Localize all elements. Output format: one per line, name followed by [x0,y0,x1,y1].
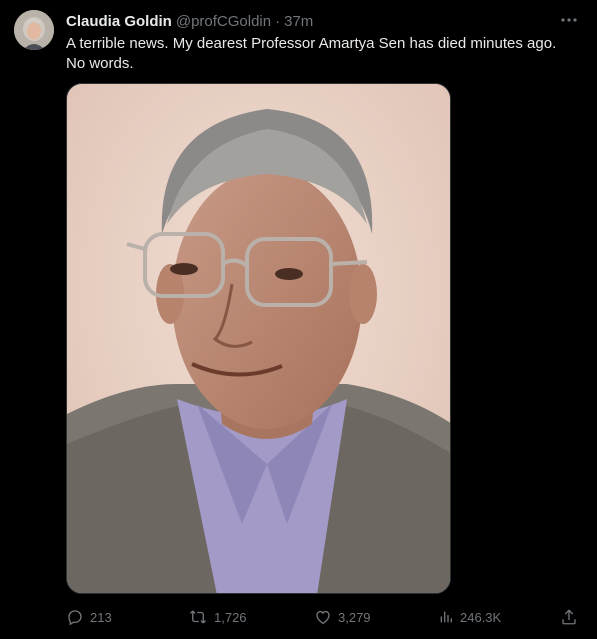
tweet-card[interactable]: Claudia Goldin @profCGoldin · 37m A terr… [0,0,597,639]
reply-icon [68,610,82,626]
repost-icon [190,610,206,624]
repost-count: 1,726 [214,609,247,625]
reply-button[interactable]: 213 [66,604,112,630]
header-separator: · [275,12,281,30]
share-button[interactable] [560,604,584,630]
like-count: 3,279 [338,609,371,625]
tweet-timestamp[interactable]: 37m [284,13,313,30]
more-options-button[interactable] [555,10,583,30]
views-icon [440,611,452,623]
reply-count: 213 [90,609,112,625]
views-button[interactable]: 246.3K [438,604,501,630]
author-handle[interactable]: @profCGoldin [176,13,271,30]
tweet-photo[interactable] [66,83,451,594]
tweet-text: A terrible news. My dearest Professor Am… [66,35,557,72]
view-count: 246.3K [460,609,502,625]
tweet-header: Claudia Goldin @profCGoldin · 37m [66,11,313,31]
more-options-icon [561,18,577,22]
repost-button[interactable]: 1,726 [188,604,247,630]
heart-icon [316,610,330,625]
tweet-actions: 213 1,726 3,279 246.3K [66,604,581,630]
author-display-name[interactable]: Claudia Goldin [66,13,172,30]
share-icon [562,609,576,625]
author-avatar[interactable] [14,10,54,50]
portrait-photo [67,84,450,593]
like-button[interactable]: 3,279 [314,604,371,630]
avatar-photo [14,10,54,50]
